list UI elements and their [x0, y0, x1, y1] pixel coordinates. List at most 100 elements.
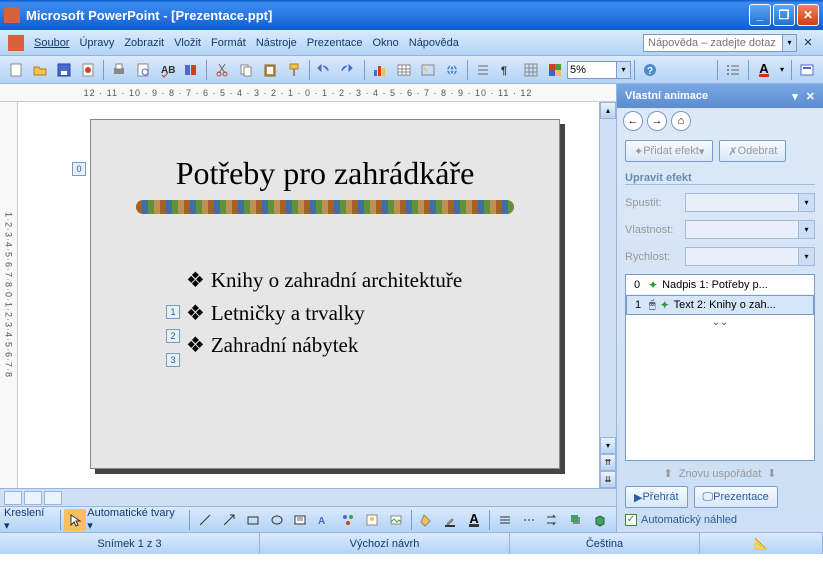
animation-list-item[interactable]: 0✦Nadpis 1: Potřeby p...	[626, 275, 814, 295]
maximize-button[interactable]: ❐	[773, 4, 795, 26]
print-preview-icon[interactable]	[132, 59, 154, 81]
diagram-icon[interactable]	[337, 509, 359, 531]
scroll-down-icon[interactable]: ▾	[600, 437, 616, 454]
slideshow-button[interactable]: 🖵 Prezentace	[694, 486, 778, 508]
start-dropdown[interactable]	[685, 193, 799, 212]
draw-font-color-icon[interactable]: A	[463, 509, 485, 531]
minimize-button[interactable]: _	[749, 4, 771, 26]
prev-slide-icon[interactable]: ⇈	[600, 454, 616, 471]
spellcheck-icon[interactable]: AB	[156, 59, 178, 81]
fill-color-icon[interactable]	[416, 509, 438, 531]
menu-soubor[interactable]: Soubor	[34, 37, 69, 49]
line-style-icon[interactable]	[494, 509, 516, 531]
menu-prezentace[interactable]: Prezentace	[307, 37, 363, 49]
nav-back-icon[interactable]: ←	[623, 111, 643, 131]
menu-upravy[interactable]: Úpravy	[79, 37, 114, 49]
nav-forward-icon[interactable]: →	[647, 111, 667, 131]
next-slide-icon[interactable]: ⇊	[600, 471, 616, 488]
task-pane-menu-icon[interactable]: ▾	[792, 90, 798, 103]
menu-napoveda[interactable]: Nápověda	[409, 37, 459, 49]
nav-home-icon[interactable]: ⌂	[671, 111, 691, 131]
open-icon[interactable]	[29, 59, 51, 81]
picture-icon[interactable]	[385, 509, 407, 531]
new-icon[interactable]	[5, 59, 27, 81]
expand-chevron-icon[interactable]: ⌄⌄	[626, 315, 814, 330]
table-icon[interactable]	[393, 59, 415, 81]
chart-icon[interactable]	[369, 59, 391, 81]
remove-effect-button[interactable]: ✗ Odebrat	[719, 140, 786, 162]
format-painter-icon[interactable]	[283, 59, 305, 81]
research-icon[interactable]	[180, 59, 202, 81]
animation-tag[interactable]: 0	[72, 162, 86, 176]
speed-dropdown[interactable]	[685, 247, 799, 266]
app-icon-small[interactable]	[8, 35, 24, 51]
help-dropdown[interactable]: ▾	[783, 34, 797, 52]
permission-icon[interactable]	[77, 59, 99, 81]
help-icon[interactable]: ?	[639, 59, 661, 81]
sorter-view-icon[interactable]	[24, 491, 42, 505]
zoom-dropdown[interactable]: ▾	[617, 61, 631, 79]
font-color-dropdown[interactable]: ▾	[777, 59, 787, 81]
autoshapes-menu[interactable]: Automatické tvary ▾	[87, 507, 182, 532]
slide-title[interactable]: Potřeby pro zahrádkáře	[91, 155, 559, 192]
textbox-icon[interactable]	[290, 509, 312, 531]
dash-style-icon[interactable]	[518, 509, 540, 531]
animation-tag[interactable]: 1	[166, 305, 180, 319]
help-search-input[interactable]	[643, 34, 783, 52]
close-button[interactable]: ✕	[797, 4, 819, 26]
cut-icon[interactable]	[211, 59, 233, 81]
show-formatting-icon[interactable]: ¶	[496, 59, 518, 81]
play-button[interactable]: ▶ Přehrát	[625, 486, 688, 508]
tables-borders-icon[interactable]	[417, 59, 439, 81]
slide[interactable]: Potřeby pro zahrádkáře Knihy o zahradní …	[90, 119, 560, 469]
shadow-icon[interactable]	[565, 509, 587, 531]
undo-icon[interactable]	[314, 59, 336, 81]
zoom-input[interactable]: 5%	[567, 61, 617, 79]
wordart-icon[interactable]: A	[313, 509, 335, 531]
arrow-style-icon[interactable]	[542, 509, 564, 531]
rectangle-icon[interactable]	[242, 509, 264, 531]
expand-all-icon[interactable]	[472, 59, 494, 81]
color-icon[interactable]	[544, 59, 566, 81]
animation-list[interactable]: 0✦Nadpis 1: Potřeby p... 1🖱✦Text 2: Knih…	[625, 274, 815, 461]
animation-tag[interactable]: 2	[166, 329, 180, 343]
select-arrow-icon[interactable]	[64, 509, 86, 531]
auto-preview-checkbox[interactable]: ✓Automatický náhled	[625, 514, 815, 526]
reorder-down-icon[interactable]: ⬇	[767, 467, 776, 480]
menu-format[interactable]: Formát	[211, 37, 246, 49]
menu-nastroje[interactable]: Nástroje	[256, 37, 297, 49]
property-dropdown[interactable]	[685, 220, 799, 239]
animation-tag[interactable]: 3	[166, 353, 180, 367]
menu-okno[interactable]: Okno	[372, 37, 398, 49]
line-color-icon[interactable]	[439, 509, 461, 531]
redo-icon[interactable]	[338, 59, 360, 81]
status-language[interactable]: Čeština	[510, 533, 700, 554]
arrow-icon[interactable]	[218, 509, 240, 531]
slide-body[interactable]: Knihy o zahradní architektuře Letničky a…	[186, 264, 559, 362]
task-pane-close-icon[interactable]: ✕	[806, 90, 815, 103]
design-icon[interactable]	[796, 59, 818, 81]
paste-icon[interactable]	[259, 59, 281, 81]
copy-icon[interactable]	[235, 59, 257, 81]
oval-icon[interactable]	[266, 509, 288, 531]
mdi-close[interactable]: ✕	[801, 36, 815, 50]
scroll-up-icon[interactable]: ▴	[600, 102, 616, 119]
line-icon[interactable]	[194, 509, 216, 531]
grid-icon[interactable]	[520, 59, 542, 81]
add-effect-button[interactable]: ✦ Přidat efekt ▾	[625, 140, 713, 162]
save-icon[interactable]	[53, 59, 75, 81]
draw-menu[interactable]: Kreslení ▾	[4, 507, 53, 532]
font-color-icon[interactable]: A	[753, 59, 775, 81]
menu-zobrazit[interactable]: Zobrazit	[124, 37, 164, 49]
clipart-icon[interactable]	[361, 509, 383, 531]
menu-vlozit[interactable]: Vložit	[174, 37, 201, 49]
hyperlink-icon[interactable]	[441, 59, 463, 81]
animation-list-item[interactable]: 1🖱✦Text 2: Knihy o zah...	[626, 295, 814, 315]
reorder-up-icon[interactable]: ⬆	[664, 467, 673, 480]
normal-view-icon[interactable]	[4, 491, 22, 505]
3d-icon[interactable]	[589, 509, 611, 531]
bullets-icon[interactable]	[722, 59, 744, 81]
print-icon[interactable]	[108, 59, 130, 81]
slide-canvas[interactable]: Potřeby pro zahrádkáře Knihy o zahradní …	[18, 102, 599, 488]
slideshow-view-icon[interactable]	[44, 491, 62, 505]
